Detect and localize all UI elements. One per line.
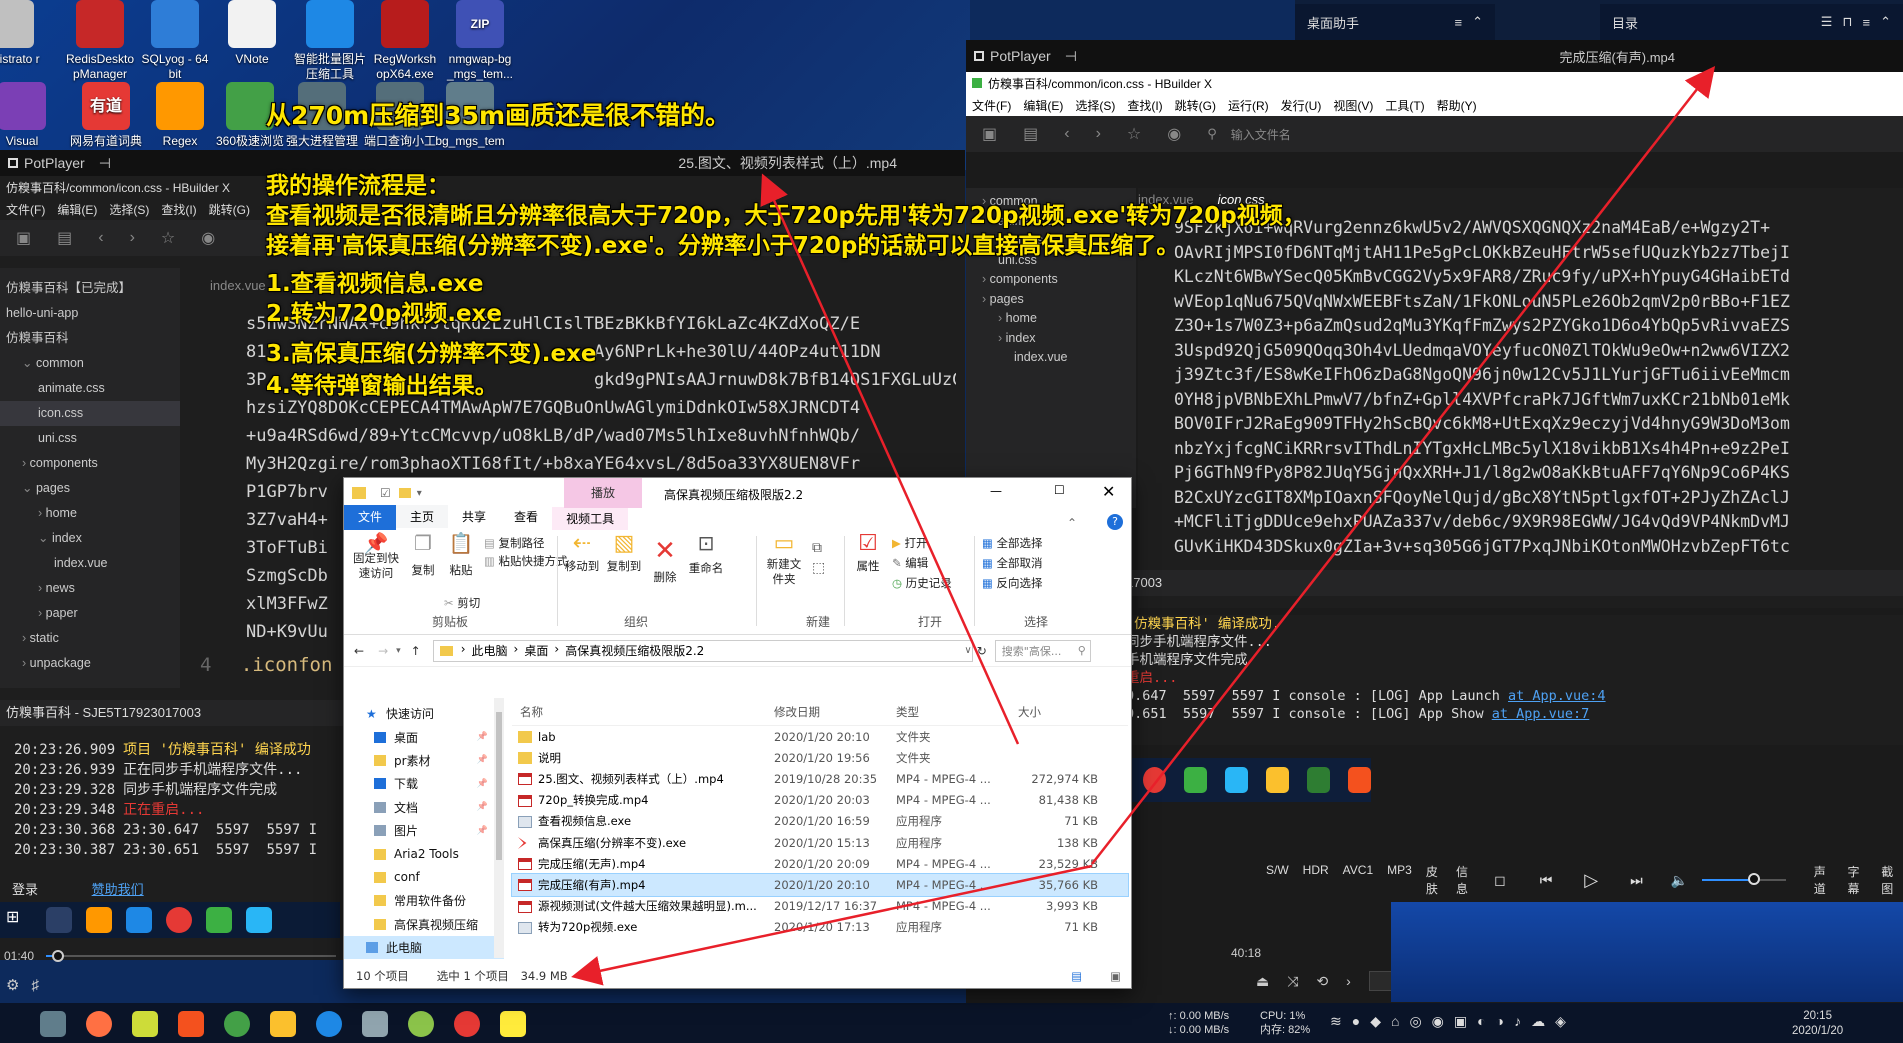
arrow-to-status-size [571,864,1093,986]
arrow-to-right-video-title [1091,66,1716,865]
arrow-to-left-video-title [760,173,1020,745]
arrow-overlay [571,66,1716,986]
